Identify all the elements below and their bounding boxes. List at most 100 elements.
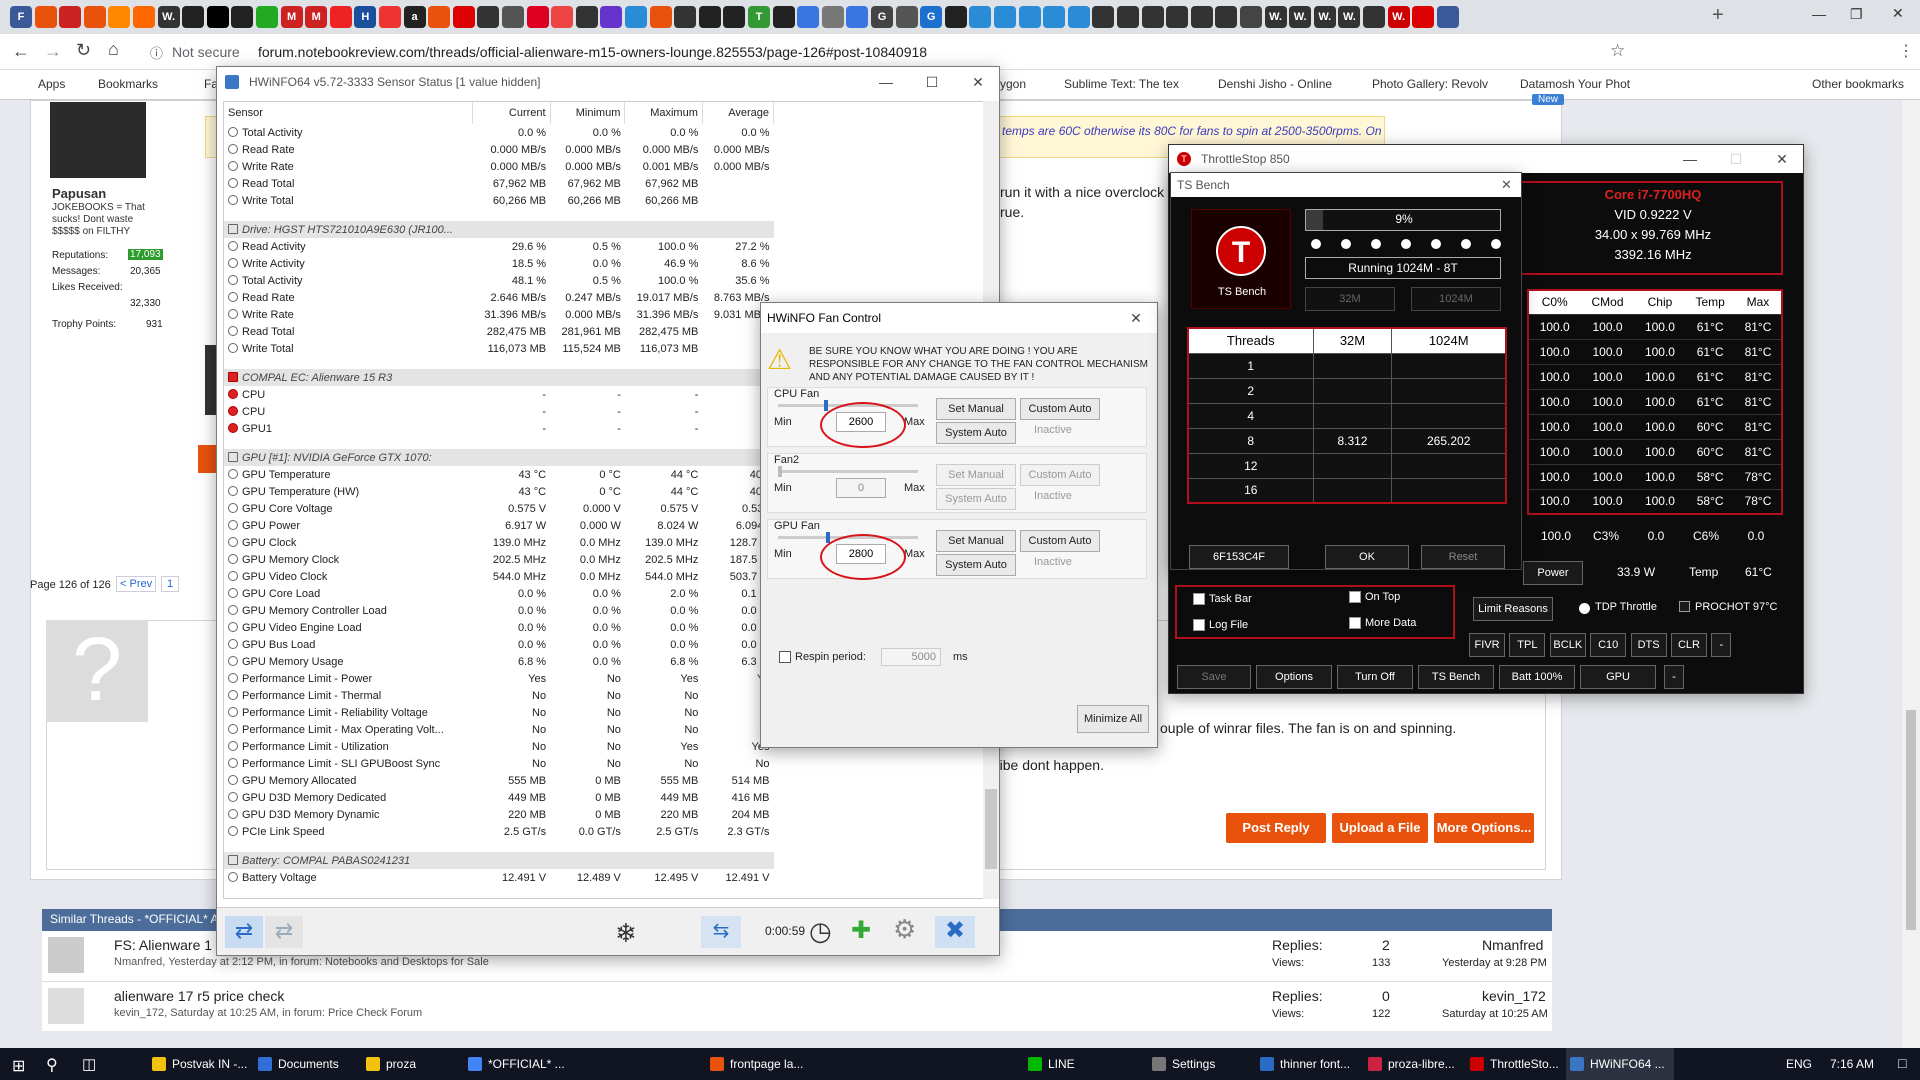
sensor-col-header[interactable]: Minimum — [550, 102, 626, 124]
thread-title[interactable]: FS: Alienware 1 — [114, 937, 212, 953]
moredata-checkbox[interactable] — [1349, 617, 1361, 629]
browser-tab[interactable] — [821, 6, 844, 28]
sensor-row[interactable]: Read Activity 29.6 % 0.5 % 100.0 % 27.2 % — [224, 238, 774, 255]
browser-tab[interactable] — [1117, 6, 1139, 28]
search-icon[interactable]: ⚲ — [46, 1055, 58, 1075]
browser-tab[interactable] — [477, 6, 500, 28]
sensor-row[interactable]: GPU [#1]: NVIDIA GeForce GTX 1070: — [224, 449, 774, 466]
sensor-row[interactable]: Read Total 282,475 MB 281,961 MB 282,475 MB — [224, 323, 774, 340]
browser-tab[interactable] — [1412, 6, 1435, 28]
scrollbar-thumb[interactable] — [1906, 710, 1916, 930]
browser-tab[interactable] — [59, 6, 82, 28]
browser-tab[interactable] — [34, 6, 57, 28]
close-icon[interactable]: ✕ — [1759, 145, 1805, 173]
close-icon[interactable]: ✕ — [1501, 173, 1512, 197]
ts-row-button[interactable]: CLR — [1671, 633, 1707, 657]
ts-bottom-button[interactable]: TS Bench — [1418, 665, 1494, 689]
browser-tab[interactable] — [674, 6, 697, 28]
browser-tab[interactable]: M — [280, 6, 303, 28]
sensor-row[interactable]: Write Total 116,073 MB 115,524 MB 116,073 M… — [224, 340, 774, 357]
maximize-icon[interactable]: ☐ — [909, 67, 955, 97]
bookmark-other[interactable]: Other bookmarks — [1812, 77, 1904, 91]
ts-row-button[interactable]: - — [1711, 633, 1732, 657]
browser-tab[interactable] — [256, 6, 278, 28]
browser-tab[interactable] — [994, 6, 1016, 28]
browser-tab[interactable]: M — [305, 6, 328, 28]
browser-tab[interactable] — [625, 6, 647, 28]
browser-tab[interactable] — [600, 6, 623, 28]
taskview-icon[interactable]: ◫ — [82, 1055, 96, 1073]
taskbar-item[interactable]: HWiNFO64 ... — [1566, 1048, 1674, 1080]
set-manual-button[interactable]: Set Manual — [936, 398, 1016, 420]
tsbench-titlebar[interactable]: TS Bench ✕ — [1171, 173, 1521, 197]
browser-tab[interactable] — [1067, 6, 1090, 28]
minimize-icon[interactable]: — — [1667, 145, 1713, 173]
browser-tab[interactable]: G — [871, 6, 893, 28]
new-tab-button[interactable]: + — [1712, 4, 1724, 27]
respin-input[interactable]: 5000 — [881, 648, 941, 666]
sensor-row[interactable]: Read Rate 2.646 MB/s 0.247 MB/s 19.017 MB/s… — [224, 289, 774, 306]
sensor-row[interactable]: GPU Core Voltage 0.575 V 0.000 V 0.575 V 0.5… — [224, 500, 774, 517]
page-button[interactable]: 1 — [161, 576, 180, 592]
throttlestop-titlebar[interactable]: T ThrottleStop 850 — ☐ ✕ — [1169, 145, 1803, 173]
browser-tab[interactable] — [846, 6, 869, 28]
sensor-row[interactable] — [224, 437, 774, 449]
taskbar-checkbox[interactable] — [1193, 593, 1205, 605]
sensor-row[interactable]: Read Total 67,962 MB 67,962 MB 67,962 MB — [224, 175, 774, 192]
size-1024m-button[interactable]: 1024M — [1411, 287, 1501, 311]
browser-tab[interactable]: W. — [1289, 6, 1312, 28]
sensor-row[interactable]: CPU - - - — [224, 386, 774, 403]
ontop-checkbox[interactable] — [1349, 591, 1361, 603]
browser-tab[interactable] — [452, 6, 475, 28]
post-reply-button[interactable]: Post Reply — [1226, 813, 1326, 843]
limit-reasons-button[interactable]: Limit Reasons — [1473, 597, 1553, 621]
bookmark-bookmarks[interactable]: Bookmarks — [98, 77, 158, 91]
bookmark-jisho[interactable]: Denshi Jisho - Online — [1218, 77, 1332, 91]
sensor-col-header[interactable]: Sensor — [224, 102, 474, 124]
ts-bottom-button[interactable]: - — [1664, 665, 1684, 689]
browser-tab[interactable] — [772, 6, 795, 28]
sensor-row[interactable]: CPU - - - — [224, 403, 774, 420]
browser-tab[interactable] — [182, 6, 205, 28]
sensor-row[interactable]: Performance Limit - UtilizationNoNoYesYe… — [224, 738, 774, 755]
ts-row-button[interactable]: BCLK — [1549, 633, 1586, 657]
username[interactable]: Papusan — [52, 186, 106, 201]
browser-tab[interactable] — [1166, 6, 1189, 28]
set-manual-button[interactable]: Set Manual — [936, 530, 1016, 552]
sensor-row[interactable]: GPU Video Clock 544.0 MHz 0.0 MHz 544.0 MHz… — [224, 568, 774, 585]
browser-tab[interactable] — [1092, 6, 1115, 28]
sensor-row[interactable]: GPU Power 6.917 W 0.000 W 8.024 W 6.094 \ — [224, 517, 774, 534]
browser-tab[interactable] — [649, 6, 672, 28]
fan-slider-thumb[interactable] — [778, 466, 782, 477]
ok-button[interactable]: OK — [1325, 545, 1409, 569]
taskbar-item[interactable]: Documents — [254, 1048, 339, 1080]
minimize-icon[interactable]: — — [1812, 6, 1826, 22]
ts-row-button[interactable]: DTS — [1630, 633, 1667, 657]
sensor-row[interactable]: Performance Limit - PowerYesNoYesYe — [224, 670, 774, 687]
scrollbar-thumb[interactable] — [985, 789, 997, 869]
minimize-icon[interactable]: — — [863, 67, 909, 97]
browser-tab[interactable] — [698, 6, 721, 28]
browser-tab[interactable] — [206, 6, 229, 28]
browser-tab[interactable]: W. — [1313, 6, 1336, 28]
browser-tab[interactable] — [723, 6, 746, 28]
reload-icon[interactable]: ↻ — [76, 40, 91, 61]
respin-checkbox[interactable] — [779, 651, 791, 663]
sensor-row[interactable]: Write Rate 0.000 MB/s 0.000 MB/s 0.001 MB/s… — [224, 158, 774, 175]
menu-icon[interactable]: ⋮ — [1898, 41, 1914, 61]
ts-row-button[interactable]: TPL — [1509, 633, 1546, 657]
prochot-checkbox[interactable] — [1679, 601, 1690, 612]
clock-icon[interactable]: ◷ — [809, 916, 832, 947]
browser-tab[interactable] — [551, 6, 574, 28]
ts-bottom-button[interactable]: Save — [1177, 665, 1251, 689]
bookmark-sublime[interactable]: Sublime Text: The tex — [1064, 77, 1179, 91]
sensor-row[interactable]: GPU Temperature43 °C0 °C44 °C40 ° — [224, 466, 774, 483]
sensor-row[interactable] — [224, 840, 774, 852]
taskbar-item[interactable]: proza-libre... — [1364, 1048, 1455, 1080]
fan-value-input[interactable]: 0 — [836, 478, 886, 498]
browser-tab[interactable] — [1043, 6, 1066, 28]
bookmark-photo[interactable]: Photo Gallery: Revolv — [1372, 77, 1488, 91]
ts-bottom-button[interactable]: Turn Off — [1337, 665, 1413, 689]
close-icon[interactable]: ✕ — [1892, 5, 1904, 22]
reset-button[interactable]: Reset — [1421, 545, 1505, 569]
